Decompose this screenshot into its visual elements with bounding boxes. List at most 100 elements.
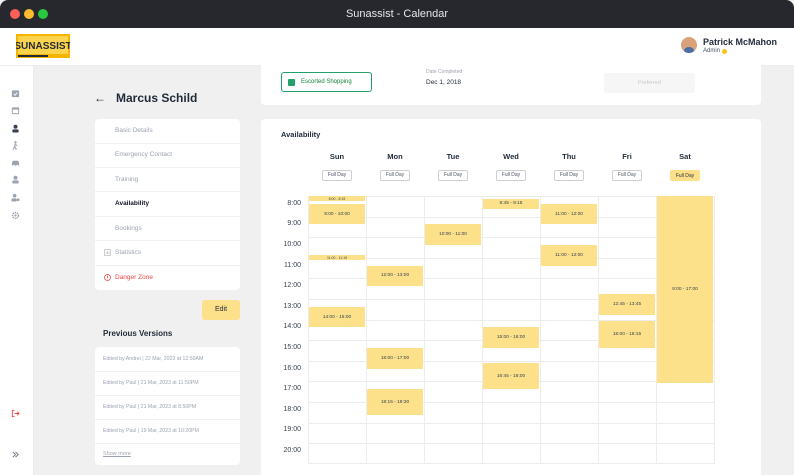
grid-column-line [714,196,715,464]
version-divider [95,371,240,372]
availability-slot[interactable]: 11:00 - 12:00 [541,245,597,266]
availability-slot[interactable]: 15:00 - 16:15 [599,321,655,348]
date-completed-value: Dec 1, 2018 [426,79,462,86]
walking-person-icon[interactable] [11,141,20,150]
full-day-button-sun[interactable]: Full Day [322,170,352,181]
menu-item-danger-zone[interactable]: Danger Zone [115,274,153,281]
time-label: 13:00 [283,302,301,310]
logo-text: SUNASSIST [16,41,70,52]
time-label: 17:00 [283,385,301,393]
menu-item-emergency-contact[interactable]: Emergency Contact [115,151,172,158]
time-label: 16:00 [283,364,301,372]
window-titlebar: Sunassist - Calendar [0,0,794,28]
date-completed-label: Date Completed [426,69,463,75]
version-divider [95,419,240,420]
availability-slot[interactable]: 12:45 - 13:45 [599,294,655,316]
menu-item-basic-details[interactable]: Basic Details [115,127,153,134]
grid-row-line [308,237,714,238]
service-name: Escorted Shopping [301,79,352,85]
full-day-button-wed[interactable]: Full Day [496,170,526,181]
full-day-button-tue[interactable]: Full Day [438,170,468,181]
availability-slot[interactable]: 11:00 - 12:00 [541,203,597,225]
availability-slot[interactable]: 8:00 - 8:15 [309,196,365,202]
time-label: 15:00 [283,344,301,352]
grid-row-line [308,463,714,464]
menu-divider [95,240,240,241]
edit-button[interactable]: Edit [202,300,240,320]
grid-row-line [308,443,714,444]
day-header-thu: Thu [562,152,576,161]
full-day-button-fri[interactable]: Full Day [612,170,642,181]
warning-icon [104,274,111,281]
day-header-wed: Wed [503,152,519,161]
version-divider [95,395,240,396]
sunassist-logo[interactable]: SUNASSIST [16,32,70,60]
menu-divider [95,143,240,144]
profile-menu: Basic Details Emergency Contact Training… [95,119,240,290]
availability-slot[interactable]: 11:00 - 11:15 [309,255,365,261]
day-header-fri: Fri [622,152,632,161]
previous-versions-title: Previous Versions [103,329,173,338]
back-arrow-icon[interactable]: ← [94,91,106,105]
menu-item-bookings[interactable]: Bookings [115,225,142,232]
versions-list: Edited by Andrei | 22 Mar, 2023 at 12:50… [95,347,240,465]
calendar-icon[interactable] [11,106,20,115]
car-icon[interactable] [11,158,20,167]
availability-slot[interactable]: 16:45 - 18:00 [483,363,539,390]
version-item[interactable]: Edited by Andrei | 22 Mar, 2023 at 12:50… [103,356,203,362]
expand-icon[interactable] [11,450,20,459]
full-day-button-thu[interactable]: Full Day [554,170,584,181]
availability-title: Availability [281,130,321,139]
time-label: 12:00 [283,282,301,290]
preferred-field[interactable]: Preferred [604,73,695,93]
full-day-button-mon[interactable]: Full Day [380,170,410,181]
escorted-shopping-toggle[interactable]: Escorted Shopping [281,72,372,92]
day-header-sun: Sun [329,152,345,161]
menu-item-statistics[interactable]: Statistics [115,249,141,256]
availability-slot[interactable]: 8:45 - 9:15 [483,198,539,209]
availability-slot[interactable]: 18:15 - 19:30 [367,389,423,415]
availability-slot[interactable]: 16:00 - 17:00 [367,348,423,369]
profile-name: Marcus Schild [116,91,198,105]
chart-icon [104,249,111,256]
status-indicator [722,49,727,54]
menu-item-availability[interactable]: Availability [115,200,149,207]
time-label: 11:00 [284,261,301,269]
window-title: Sunassist - Calendar [345,8,449,20]
calendar-check-icon[interactable] [11,89,20,98]
menu-item-training[interactable]: Training [115,176,138,183]
menu-divider [95,191,240,192]
service-card: Escorted Shopping Date Completed Dec 1, … [261,62,761,105]
day-header-sat: Sat [679,152,691,161]
full-day-button-sat[interactable]: Full Day [670,170,700,181]
day-header-tue: Tue [446,152,460,161]
time-label: 9:00 [287,220,301,228]
user-avatar[interactable] [681,37,697,53]
day-header-mon: Mon [387,152,403,161]
availability-slot[interactable]: 14:00 - 15:00 [309,306,365,328]
user-badge-icon[interactable] [11,124,20,133]
app-header: SUNASSIST Patrick McMahon Admin [0,28,794,66]
time-label: 19:00 [283,426,301,434]
users-settings-icon[interactable] [11,193,20,202]
availability-slot[interactable]: 9:00 - 10:00 [309,203,365,225]
menu-divider [95,265,240,266]
availability-card: Availability 8:00 - 8:15 9:00 - 10:00 11:0… [261,119,761,475]
availability-slot[interactable]: 12:00 - 13:00 [367,265,423,287]
menu-divider [95,167,240,168]
availability-slot[interactable]: 15:00 - 16:00 [483,327,539,349]
version-item[interactable]: Edited by Paul | 21 Mar, 2023 at 11:50PM [103,380,199,386]
logout-icon[interactable] [11,409,20,418]
availability-grid: 8:00 - 8:15 9:00 - 10:00 11:00 - 11:15 14:0… [308,196,715,464]
version-item[interactable]: Edited by Paul | 21 Mar, 2023 at 8:50PM [103,404,196,410]
availability-slot[interactable]: 10:00 - 11:00 [425,224,481,246]
show-more-link[interactable]: Show more [103,451,131,457]
user-name[interactable]: Patrick McMahon [703,37,777,47]
availability-slot[interactable]: 8:00 - 17:00 [657,196,713,384]
grid-row-line [308,258,714,259]
grid-row-line [308,217,714,218]
person-icon[interactable] [11,175,20,184]
gear-icon[interactable] [11,211,20,220]
version-item[interactable]: Edited by Paul | 19 Mar, 2023 at 10:20PM [103,428,199,434]
time-label: 18:00 [283,405,301,413]
